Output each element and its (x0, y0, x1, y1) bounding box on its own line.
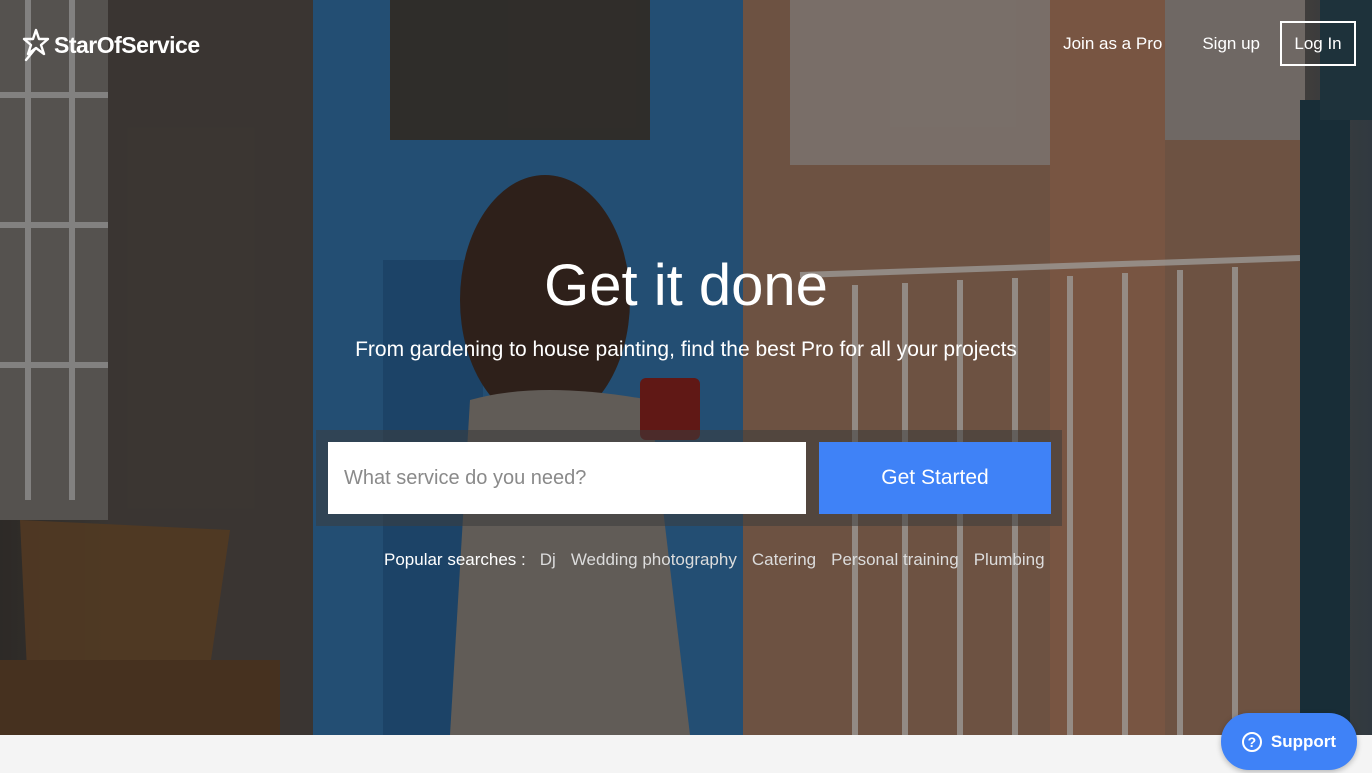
sign-up-link[interactable]: Sign up (1202, 34, 1260, 54)
top-nav: Join as a Pro Sign up Log In (1063, 21, 1356, 66)
popular-search-item[interactable]: Dj (540, 550, 556, 570)
popular-searches-label: Popular searches : (384, 550, 526, 569)
question-circle-icon: ? (1241, 731, 1262, 752)
get-started-button[interactable]: Get Started (819, 442, 1051, 514)
brand-logo[interactable]: StarOfService (22, 28, 200, 62)
popular-searches: Popular searches : Dj Wedding photograph… (384, 550, 1060, 570)
popular-search-item[interactable]: Plumbing (974, 550, 1045, 570)
popular-search-item[interactable]: Catering (752, 550, 816, 570)
hero-overlay (0, 0, 1372, 735)
hero-title: Get it done (544, 253, 828, 318)
search-panel: Get Started (316, 430, 1062, 526)
support-button[interactable]: ? Support (1221, 713, 1357, 770)
login-button[interactable]: Log In (1280, 21, 1356, 66)
brand-name: StarOfService (54, 31, 200, 58)
star-logo-icon (22, 28, 50, 62)
hero-subtitle: From gardening to house painting, find t… (355, 338, 1017, 361)
popular-search-item[interactable]: Wedding photography (571, 550, 737, 570)
join-as-pro-link[interactable]: Join as a Pro (1063, 34, 1162, 54)
popular-search-item[interactable]: Personal training (831, 550, 959, 570)
hero-background (0, 0, 1372, 735)
service-search-input[interactable] (328, 442, 806, 514)
support-label: Support (1270, 731, 1337, 751)
